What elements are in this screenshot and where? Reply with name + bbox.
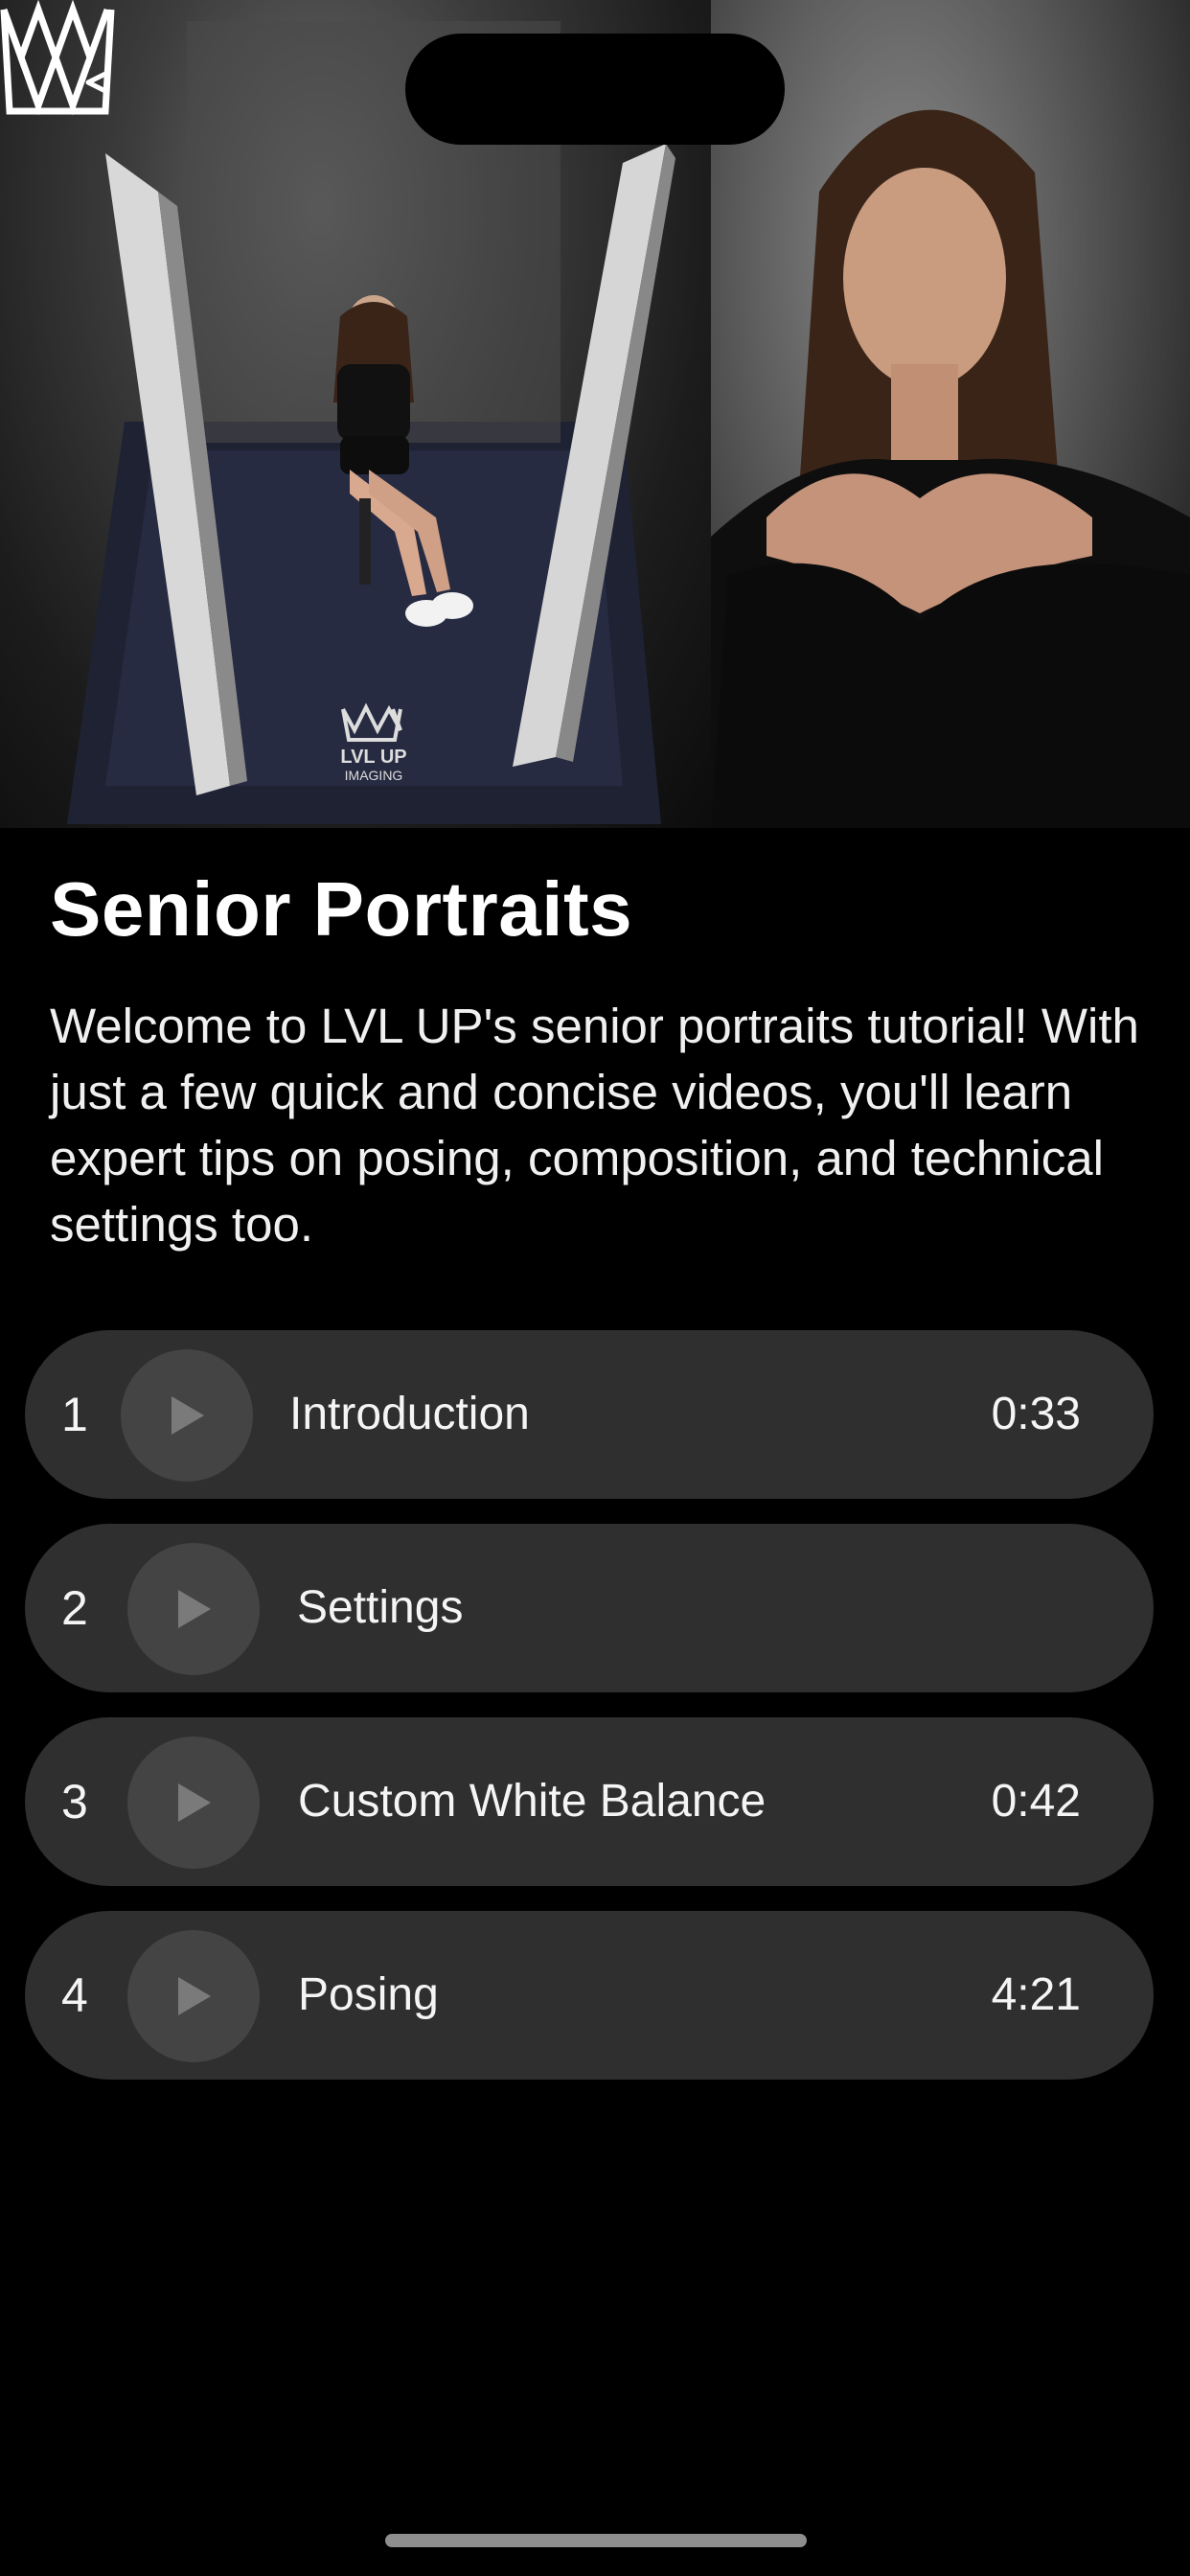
video-item-posing[interactable]: 4 Posing 4:21 (25, 1911, 1154, 2080)
video-item-introduction[interactable]: 1 Introduction 0:33 (25, 1330, 1154, 1499)
play-icon (178, 1783, 211, 1822)
video-duration: 4:21 (991, 1969, 1081, 2020)
video-title: Introduction (289, 1389, 530, 1439)
play-button[interactable] (121, 1349, 253, 1482)
video-title: Custom White Balance (298, 1776, 767, 1827)
dynamic-island (405, 34, 785, 145)
hero-image: LVL UP IMAGING (0, 0, 1190, 828)
video-number: 4 (61, 1968, 88, 2022)
studio-logo-line-1: LVL UP (340, 747, 406, 768)
video-number: 1 (61, 1388, 88, 1441)
video-list: 1 Introduction 0:33 2 Settings 3 Custom … (25, 1330, 1154, 2104)
play-icon (178, 1590, 211, 1628)
play-button[interactable] (127, 1543, 260, 1675)
tutorial-description: Welcome to LVL UP's senior portraits tut… (50, 999, 1139, 1252)
video-duration: 0:33 (991, 1389, 1081, 1439)
video-item-custom-white-balance[interactable]: 3 Custom White Balance 0:42 (25, 1717, 1154, 1886)
video-title: Settings (297, 1582, 464, 1633)
studio-logo-line-2: IMAGING (345, 768, 403, 783)
home-indicator[interactable] (385, 2534, 807, 2547)
video-number: 3 (61, 1775, 88, 1828)
portrait-face (843, 168, 1006, 388)
video-duration: 0:42 (991, 1776, 1081, 1827)
video-number: 2 (61, 1581, 88, 1635)
subject-top (337, 364, 410, 441)
video-title: Posing (298, 1969, 439, 2020)
play-button[interactable] (127, 1736, 260, 1869)
crown-logo-icon[interactable] (0, 0, 115, 117)
play-button[interactable] (127, 1930, 260, 2062)
play-icon (178, 1977, 211, 2015)
video-item-settings[interactable]: 2 Settings (25, 1524, 1154, 1692)
play-icon (172, 1396, 204, 1435)
page-title: Senior Portraits (50, 866, 633, 952)
